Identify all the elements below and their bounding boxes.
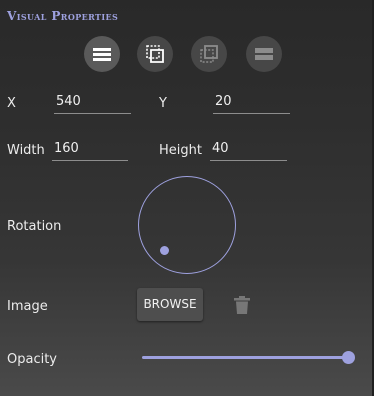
y-label: Y xyxy=(159,96,167,111)
height-input[interactable]: 40 xyxy=(210,141,287,161)
browse-button[interactable]: BROWSE xyxy=(137,288,203,321)
stack-lines-icon xyxy=(255,48,273,60)
width-input[interactable]: 160 xyxy=(52,141,128,161)
width-label: Width xyxy=(7,143,45,158)
height-value: 40 xyxy=(212,141,229,156)
image-label: Image xyxy=(7,299,48,314)
align-lines-button[interactable] xyxy=(84,36,120,72)
visual-properties-panel: Visual Properties X 540 Y 20 Width 160 H… xyxy=(0,0,374,396)
width-value: 160 xyxy=(54,141,79,156)
y-input[interactable]: 20 xyxy=(213,94,290,114)
panel-title: Visual Properties xyxy=(7,9,119,23)
height-label: Height xyxy=(159,143,202,158)
rotation-dial[interactable] xyxy=(138,176,236,274)
y-value: 20 xyxy=(215,94,232,109)
stack-lines-button[interactable] xyxy=(246,36,282,72)
x-label: X xyxy=(7,96,16,111)
x-value: 540 xyxy=(56,94,81,109)
opacity-slider-track[interactable] xyxy=(142,356,349,359)
rotation-knob[interactable] xyxy=(160,246,169,255)
opacity-slider-thumb[interactable] xyxy=(342,351,355,364)
layer-select-icon xyxy=(200,45,218,63)
crop-select-icon xyxy=(146,45,164,63)
crop-select-button[interactable] xyxy=(137,36,173,72)
layer-select-button[interactable] xyxy=(191,36,227,72)
x-input[interactable]: 540 xyxy=(54,94,131,114)
opacity-label: Opacity xyxy=(7,352,58,367)
trash-icon[interactable] xyxy=(234,296,250,314)
align-lines-icon xyxy=(93,48,111,61)
rotation-label: Rotation xyxy=(7,219,62,234)
